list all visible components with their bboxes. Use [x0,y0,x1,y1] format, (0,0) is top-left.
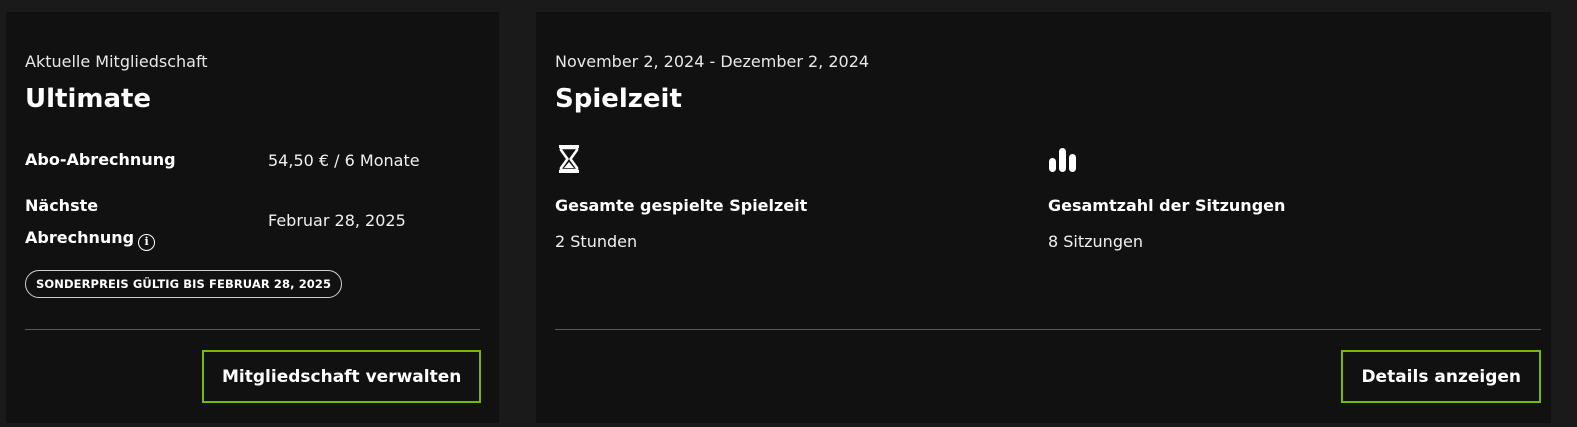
total-playtime-label: Gesamte gespielte Spielzeit [555,196,808,215]
hourglass-icon [559,145,579,173]
next-billing-label-text: Abrechnung [25,228,135,247]
playtime-title: Spielzeit [555,84,682,114]
playtime-card: November 2, 2024 - Dezember 2, 2024 Spie… [536,12,1551,423]
billing-label: Abo-Abrechnung [25,150,176,169]
playtime-divider [555,329,1541,330]
next-billing-value: Februar 28, 2025 [268,211,406,230]
promo-badge: SONDERPREIS GÜLTIG BIS FEBRUAR 28, 2025 [25,270,343,298]
info-icon[interactable]: i [138,234,156,251]
membership-plan-title: Ultimate [25,84,152,114]
total-sessions-label: Gesamtzahl der Sitzungen [1048,196,1286,215]
next-billing-label-line2: Abrechnung i [25,222,156,254]
details-button[interactable]: Details anzeigen [1341,350,1541,403]
membership-eyebrow: Aktuelle Mitgliedschaft [25,52,208,71]
billing-value: 54,50 € / 6 Monate [268,151,420,170]
manage-membership-button[interactable]: Mitgliedschaft verwalten [202,350,482,403]
membership-card: Aktuelle Mitgliedschaft Ultimate Abo-Abr… [6,12,499,423]
next-billing-label-line1: Nächste [25,196,99,215]
playtime-date-range: November 2, 2024 - Dezember 2, 2024 [555,52,870,71]
membership-divider [25,329,480,330]
total-playtime-value: 2 Stunden [555,232,638,251]
next-billing-label: Nächste Abrechnung i [25,190,156,254]
total-sessions-value: 8 Sitzungen [1048,232,1143,251]
bar-chart-icon [1049,148,1076,172]
